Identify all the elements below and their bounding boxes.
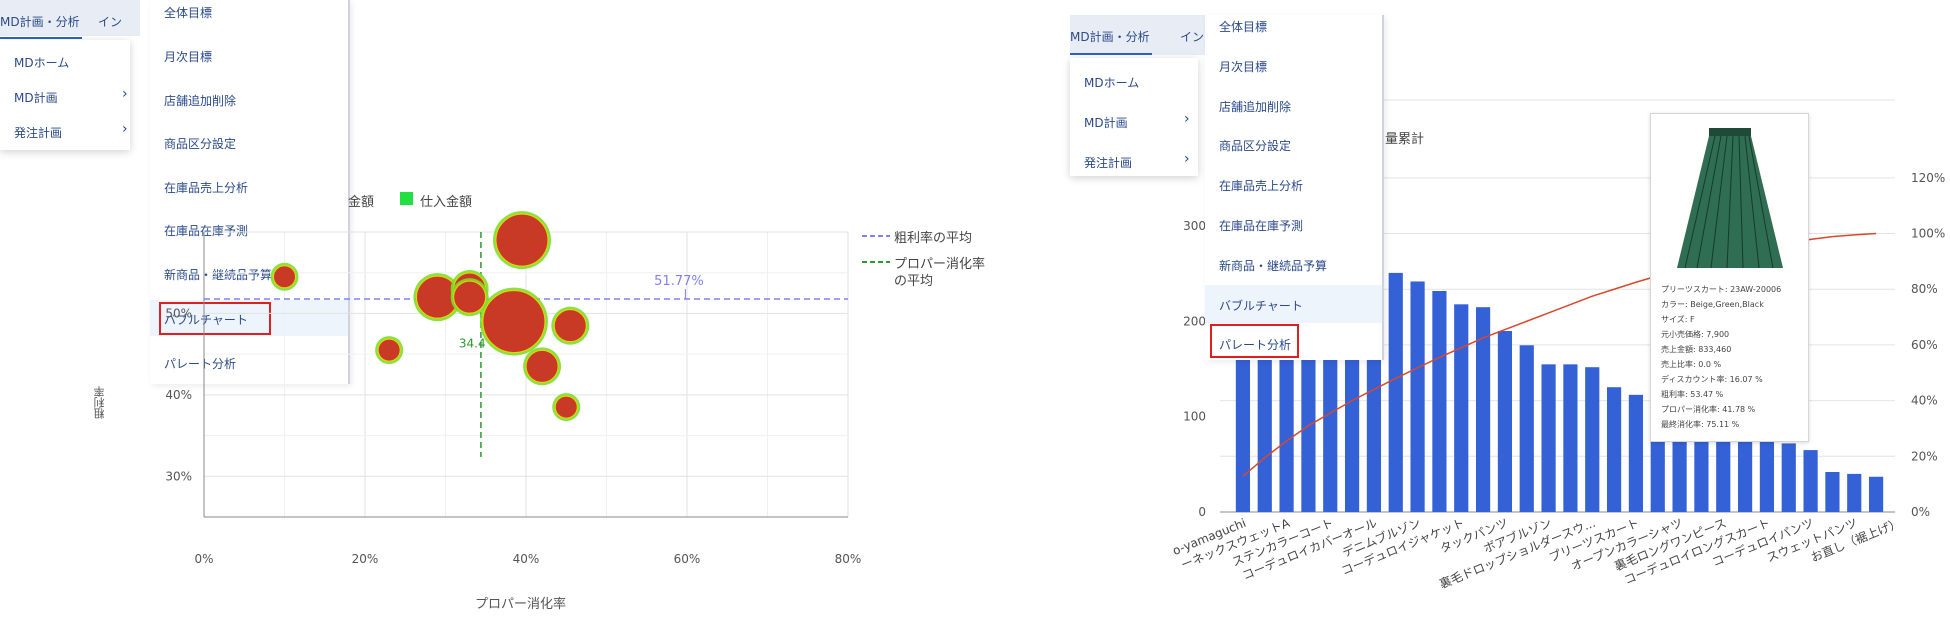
submenu-item-overall-target[interactable]: 全体目標 bbox=[1219, 18, 1267, 35]
menu-item-md-home[interactable]: MDホーム bbox=[1084, 74, 1139, 91]
highlight-box bbox=[1210, 324, 1299, 358]
pleated-skirt-image bbox=[1677, 128, 1783, 269]
pareto-bar bbox=[1847, 473, 1862, 512]
bubble-x-tick-label: 20% bbox=[352, 552, 379, 566]
pareto-y-tick-label: 100 bbox=[1183, 410, 1206, 424]
bubble-point bbox=[377, 338, 401, 362]
bubble-point bbox=[553, 309, 587, 343]
pareto-y-tick-label: 200 bbox=[1183, 314, 1206, 328]
bubble-x-tick-label: 80% bbox=[835, 552, 862, 566]
pareto-y-tick-label: 300 bbox=[1183, 219, 1206, 233]
pareto-bar bbox=[1803, 450, 1818, 512]
right-main-menu: MDホーム MD計画 › 発注計画 › bbox=[1070, 58, 1198, 176]
bubble-point bbox=[495, 213, 549, 267]
pareto-y2-tick-label: 100% bbox=[1911, 227, 1945, 241]
pareto-y2-tick-label: 20% bbox=[1911, 449, 1938, 463]
submenu-item-monthly-target[interactable]: 月次目標 bbox=[1219, 58, 1267, 75]
tooltip-line: プロパー消化率: 41.78 % bbox=[1661, 405, 1756, 414]
bubble-y-tick-label: 30% bbox=[165, 469, 192, 483]
tooltip-line: 最終消化率: 75.11 % bbox=[1661, 420, 1740, 429]
bubble-point bbox=[525, 349, 559, 383]
pareto-bar bbox=[1497, 331, 1513, 512]
pareto-bar bbox=[1628, 394, 1644, 512]
pareto-bar bbox=[1606, 387, 1622, 512]
pareto-y2-tick-label: 120% bbox=[1911, 171, 1945, 185]
submenu-item-stock-forecast[interactable]: 在庫品在庫予測 bbox=[1219, 217, 1303, 234]
bubble-y-tick-label: 40% bbox=[165, 388, 192, 402]
submenu-item-new-continuing-budget[interactable]: 新商品・継続品予算 bbox=[1219, 257, 1327, 274]
bubble-x-tick-label: 40% bbox=[513, 552, 540, 566]
pareto-bar bbox=[1519, 345, 1534, 512]
tooltip-line: カラー: Beige,Green,Black bbox=[1661, 300, 1764, 309]
pareto-y-tick-label: 0 bbox=[1198, 505, 1206, 519]
chevron-right-icon: › bbox=[1184, 111, 1190, 127]
avg-sellthrough-label: 34.4 bbox=[459, 337, 486, 351]
right-tab-inventory[interactable]: イン bbox=[1180, 28, 1204, 45]
pareto-bar bbox=[1454, 304, 1469, 512]
pareto-bar bbox=[1432, 290, 1447, 512]
tooltip-line: 粗利率: 53.47 % bbox=[1661, 390, 1724, 399]
pareto-bar bbox=[1585, 367, 1600, 512]
pareto-y2-tick-label: 60% bbox=[1911, 338, 1938, 352]
pareto-bar bbox=[1410, 281, 1425, 512]
avg-margin-label: 51.77% bbox=[654, 274, 704, 289]
bubble-point bbox=[554, 395, 578, 419]
pareto-bar bbox=[1781, 443, 1796, 512]
tooltip-line: サイズ: F bbox=[1661, 315, 1695, 324]
submenu-item-stock-sales-analysis[interactable]: 在庫品売上分析 bbox=[1219, 177, 1303, 194]
submenu-item-bubble-chart[interactable]: バブルチャート bbox=[1219, 297, 1303, 314]
pareto-y2-tick-label: 40% bbox=[1911, 394, 1938, 408]
bubble-x-tick-label: 0% bbox=[194, 552, 213, 566]
bubble-point bbox=[453, 280, 487, 314]
menu-item-order-plan[interactable]: 発注計画 bbox=[1084, 154, 1132, 171]
bubble-point bbox=[273, 265, 296, 289]
bubble-y-tick-label: 50% bbox=[165, 306, 192, 320]
pareto-bar bbox=[1825, 471, 1840, 512]
tooltip-line: 売上金額: 833,460 bbox=[1661, 345, 1732, 354]
bubble-x-tick-label: 60% bbox=[674, 552, 701, 566]
submenu-item-category-settings[interactable]: 商品区分設定 bbox=[1219, 137, 1291, 154]
tooltip-line: 元小売価格: 7,900 bbox=[1661, 330, 1730, 339]
bubble-chart: 0% 20% 40% 60% 80% 30% 40% 50% 51.77% 34.4 bbox=[165, 211, 862, 566]
bubble-x-axis-title: プロパー消化率 bbox=[475, 597, 567, 612]
bubble-point bbox=[482, 290, 546, 354]
right-submenu: 全体目標 月次目標 店舗追加削除 商品区分設定 在庫品売上分析 在庫品在庫予測 … bbox=[1205, 15, 1384, 360]
tooltip-line: 売上比率: 0.0 % bbox=[1661, 360, 1722, 369]
submenu-item-store-add-remove[interactable]: 店舗追加削除 bbox=[1219, 98, 1291, 115]
tooltip-line: ディスカウント率: 16.07 % bbox=[1661, 375, 1763, 384]
bubble-y-axis-title: 粗利率 bbox=[93, 386, 106, 419]
right-tab-md-plan[interactable]: MD計画・分析 bbox=[1070, 28, 1152, 55]
pareto-bar bbox=[1759, 440, 1775, 512]
pareto-y2-tick-label: 0% bbox=[1911, 505, 1930, 519]
pareto-bar bbox=[1388, 272, 1403, 512]
pareto-bar bbox=[1737, 431, 1753, 512]
menu-item-md-plan[interactable]: MD計画 bbox=[1084, 114, 1128, 131]
pareto-bar bbox=[1541, 364, 1556, 512]
pareto-bar bbox=[1868, 476, 1884, 512]
product-tooltip: プリーツスカート: 23AW-20006 カラー: Beige,Green,Bl… bbox=[1650, 113, 1809, 442]
chevron-right-icon: › bbox=[1184, 151, 1190, 167]
pareto-bar bbox=[1563, 364, 1578, 512]
pareto-y2-tick-label: 80% bbox=[1911, 282, 1938, 296]
tooltip-line: プリーツスカート: 23AW-20006 bbox=[1661, 285, 1782, 294]
